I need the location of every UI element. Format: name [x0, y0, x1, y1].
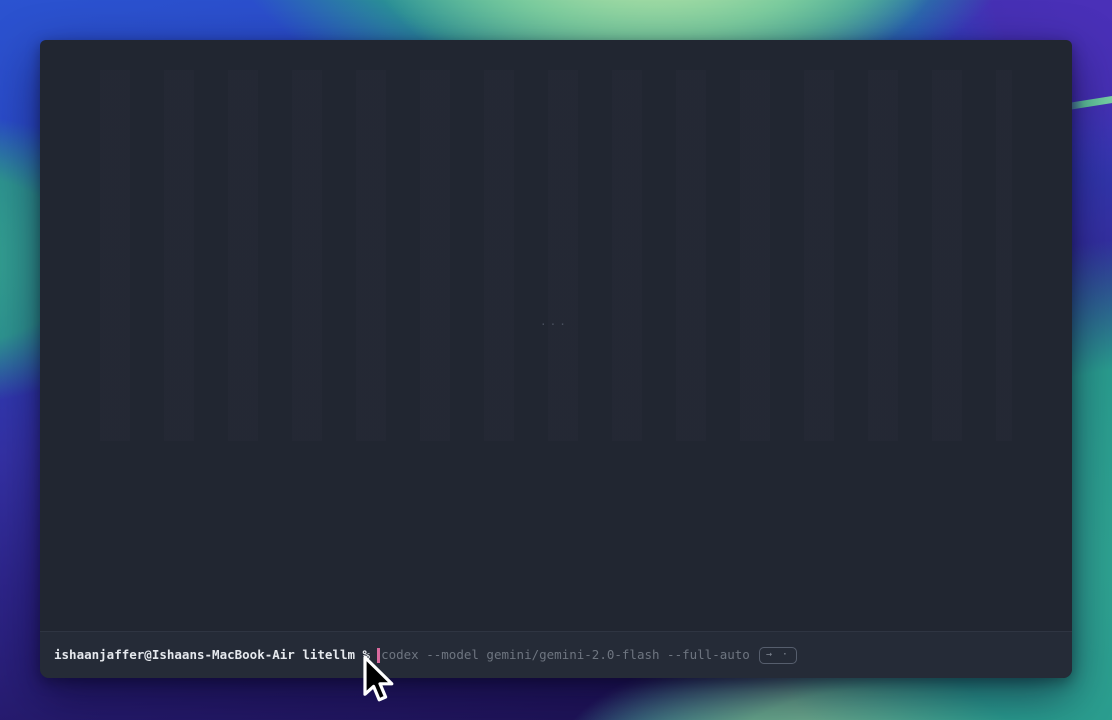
- text-cursor: [377, 648, 380, 663]
- terminal-prompt-row[interactable]: ishaanjaffer@Ishaans-MacBook-Air litellm…: [40, 632, 1072, 678]
- accept-suggestion-badge: → ·: [759, 647, 797, 664]
- shell-prompt: ishaanjaffer@Ishaans-MacBook-Air litellm…: [54, 649, 370, 662]
- terminal-scrollback: ···: [40, 40, 1072, 631]
- terminal-window[interactable]: ··· ishaanjaffer@Ishaans-MacBook-Air lit…: [40, 40, 1072, 678]
- desktop-wallpaper: ··· ishaanjaffer@Ishaans-MacBook-Air lit…: [0, 0, 1112, 720]
- autosuggestion-text: codex --model gemini/gemini-2.0-flash --…: [381, 649, 750, 662]
- loading-ellipsis: ···: [540, 318, 569, 331]
